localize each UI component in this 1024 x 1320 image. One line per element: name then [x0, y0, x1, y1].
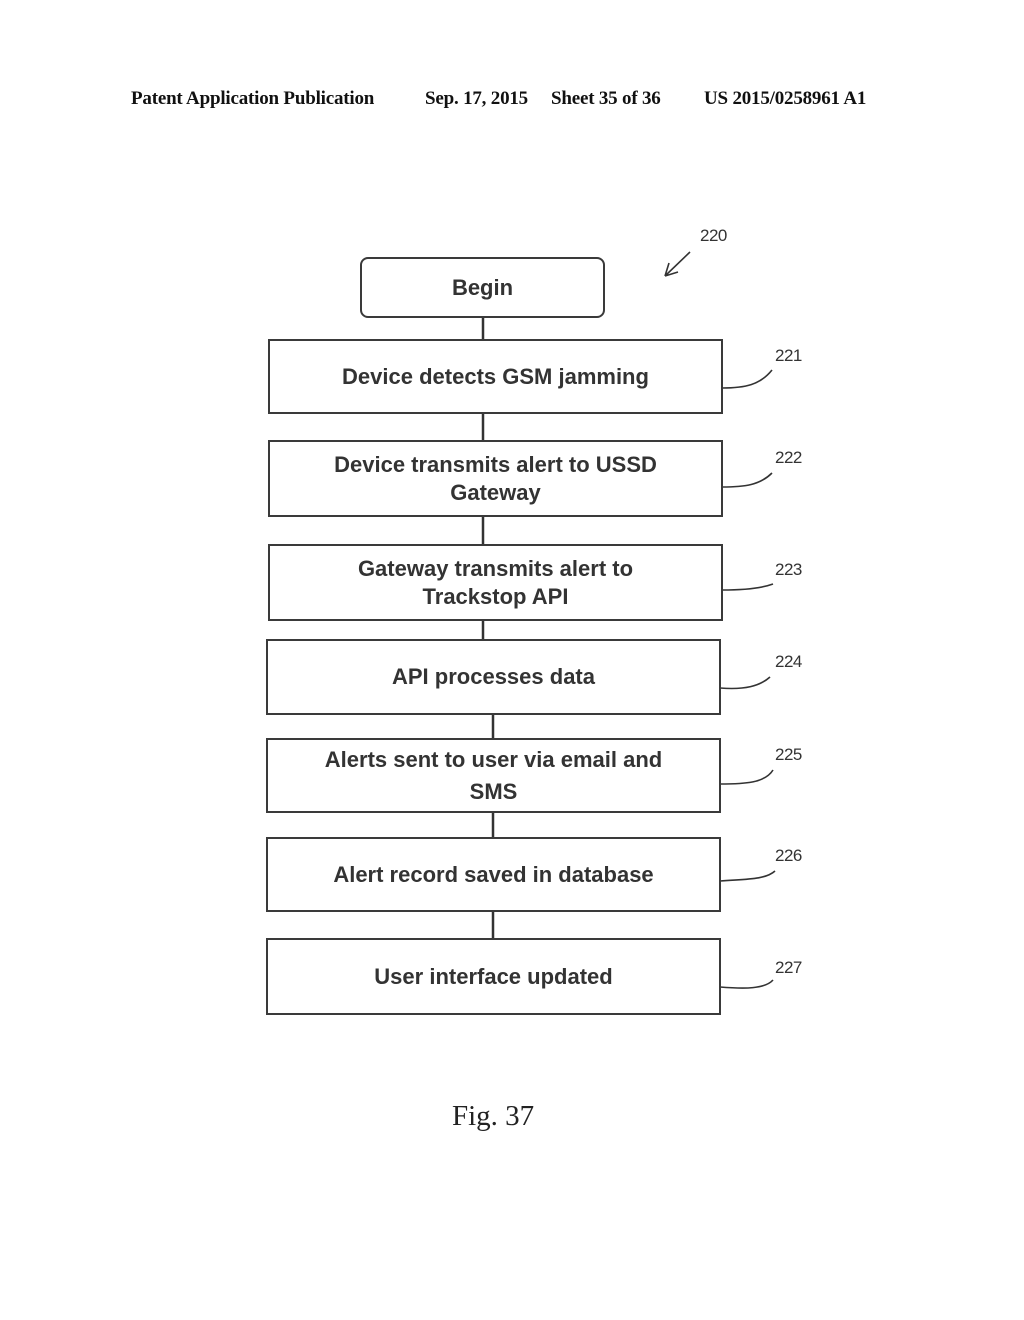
step-ref-223: 223	[775, 560, 802, 579]
begin-node: Begin	[360, 257, 605, 318]
leader-line-223	[721, 583, 774, 591]
figure-ref-label: 220	[700, 226, 727, 245]
step-222: Device transmits alert to USSD Gateway	[268, 440, 723, 517]
step-text: Gateway transmits alert to	[357, 555, 634, 581]
step-text: API processes data	[392, 664, 595, 689]
leader-line-222	[721, 472, 773, 488]
leader-line-225	[719, 769, 774, 785]
figure-caption: Fig. 37	[452, 1100, 535, 1132]
step-text: Alerts sent to user via email and	[324, 746, 663, 772]
step-226: Alert record saved in database	[266, 837, 721, 912]
step-ref-226: 226	[775, 846, 802, 865]
step-text: SMS	[469, 778, 518, 804]
begin-label: Begin	[451, 274, 514, 300]
step-ref-224: 224	[775, 652, 802, 671]
step-227: User interface updated	[266, 938, 721, 1015]
step-223: Gateway transmits alert to Trackstop API	[268, 544, 723, 621]
figure-ref-arrow	[664, 251, 691, 277]
step-224: API processes data	[266, 639, 721, 715]
step-225: Alerts sent to user via email and SMS	[266, 738, 721, 813]
step-text: User interface updated	[374, 963, 613, 989]
step-ref-221: 221	[775, 346, 802, 365]
step-ref-225: 225	[775, 745, 802, 764]
step-ref-222: 222	[775, 448, 802, 467]
step-text: Alert record saved in database	[333, 861, 654, 887]
step-ref-227: 227	[775, 958, 802, 977]
step-221: Device detects GSM jamming	[268, 339, 723, 414]
step-text: Gateway	[450, 479, 541, 505]
step-text: Device transmits alert to USSD	[334, 451, 657, 477]
leader-line-224	[719, 676, 771, 690]
leader-line-227	[719, 979, 774, 989]
step-text: Device detects GSM jamming	[342, 363, 649, 389]
leader-line-226	[719, 870, 776, 882]
leader-line-221	[721, 369, 773, 389]
step-text: Trackstop API	[422, 583, 569, 609]
